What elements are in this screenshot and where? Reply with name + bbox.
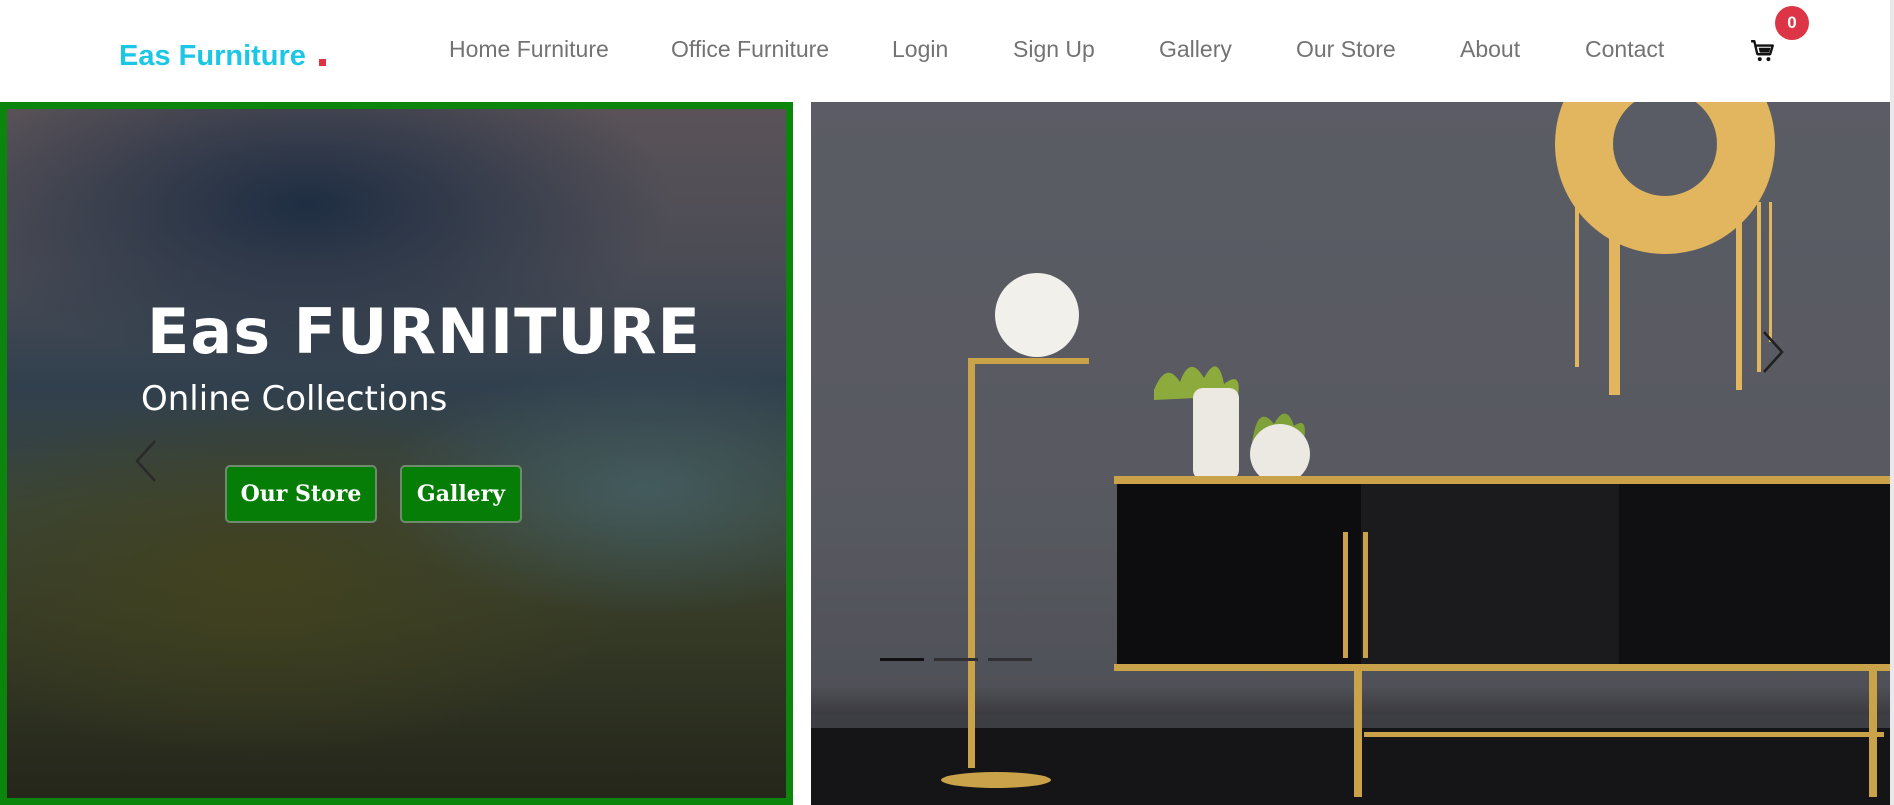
- nav-gallery[interactable]: Gallery: [1159, 36, 1232, 63]
- scrollbar[interactable]: [1890, 0, 1894, 805]
- nav-login[interactable]: Login: [892, 36, 948, 63]
- carousel-next-button[interactable]: [1752, 330, 1792, 374]
- nav-sign-up[interactable]: Sign Up: [1013, 36, 1095, 63]
- nav-our-store[interactable]: Our Store: [1296, 36, 1396, 63]
- carousel-prev-button[interactable]: [127, 439, 167, 483]
- our-store-button[interactable]: Our Store: [225, 465, 377, 523]
- hero-subtitle: Online Collections: [141, 379, 448, 419]
- cart-button[interactable]: [1750, 38, 1776, 64]
- nav-about[interactable]: About: [1460, 36, 1520, 63]
- navbar: Eas Furniture Home Furniture Office Furn…: [0, 0, 1894, 102]
- nav-office-furniture[interactable]: Office Furniture: [671, 36, 829, 63]
- carousel-indicator-3[interactable]: [988, 658, 1032, 661]
- brand-dot-icon: [318, 59, 326, 66]
- brand-name[interactable]: Eas Furniture: [119, 40, 306, 72]
- gallery-button[interactable]: Gallery: [400, 465, 522, 523]
- hero-slide-image: [811, 102, 1890, 805]
- cart-icon: [1751, 40, 1774, 62]
- furniture-photo: [811, 102, 1890, 805]
- hero-slide-left: Eas FURNITURE Online Collections Our Sto…: [0, 102, 793, 805]
- carousel-indicator-2[interactable]: [934, 658, 978, 661]
- cart-count-badge: 0: [1775, 6, 1809, 40]
- brand-logo[interactable]: Eas Furniture: [119, 40, 326, 73]
- carousel-indicator-1[interactable]: [880, 658, 924, 661]
- nav-contact[interactable]: Contact: [1585, 36, 1664, 63]
- hero-title: Eas FURNITURE: [147, 295, 701, 368]
- nav-home-furniture[interactable]: Home Furniture: [449, 36, 609, 63]
